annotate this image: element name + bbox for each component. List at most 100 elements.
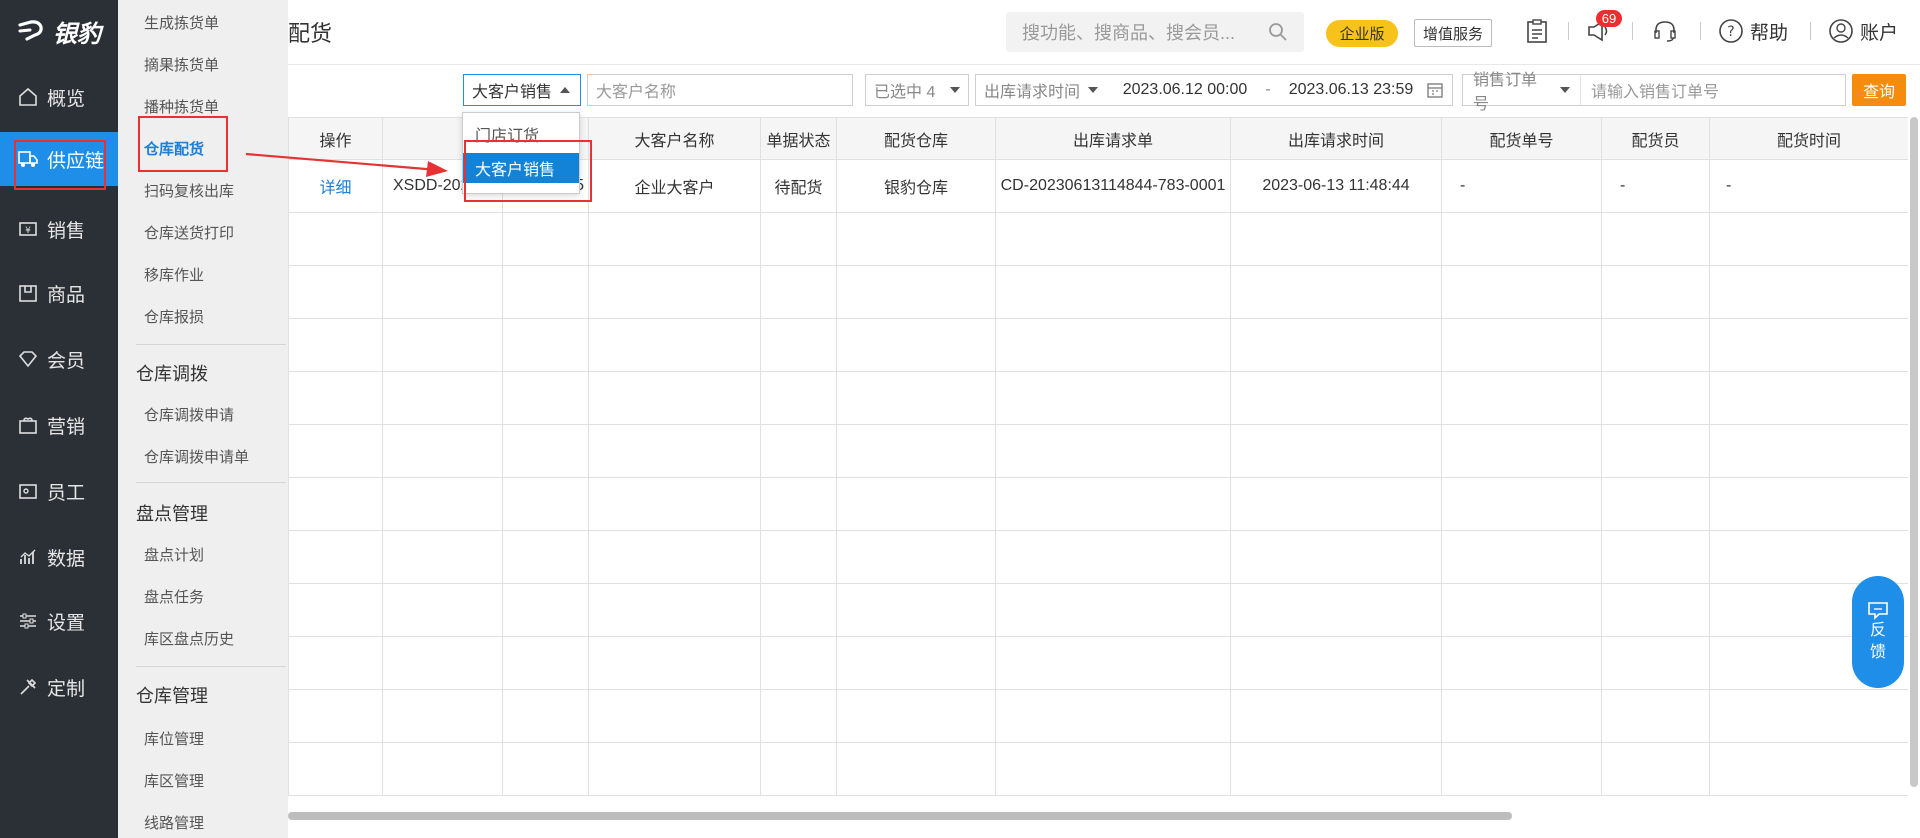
time-field-value: 出库请求时间 xyxy=(984,84,1081,101)
date-separator: - xyxy=(1265,81,1271,98)
column-header: 出库请求单 xyxy=(995,117,1232,160)
table-row-empty xyxy=(288,530,1908,584)
divider xyxy=(1568,22,1569,40)
account-label[interactable]: 账户 xyxy=(1860,18,1898,45)
feedback-label: 馈 xyxy=(1869,644,1886,661)
nav-item-marketing[interactable]: 营销 xyxy=(0,398,118,452)
column-header: 配货仓库 xyxy=(836,117,997,160)
nav-item-overview[interactable]: 概览 xyxy=(0,70,118,124)
table-cell: - xyxy=(1441,159,1603,213)
chart-icon xyxy=(16,545,40,569)
diamond-icon xyxy=(16,347,40,371)
submenu-item[interactable]: 仓库报损 xyxy=(144,306,204,327)
submenu-item[interactable]: 摘果拣货单 xyxy=(144,54,219,75)
nav-item-settings[interactable]: 设置 xyxy=(0,594,118,648)
submenu-item[interactable]: 移库作业 xyxy=(144,264,204,285)
calendar-icon[interactable] xyxy=(1426,81,1444,99)
nav-item-staff[interactable]: 员工 xyxy=(0,464,118,518)
submenu-item[interactable]: 盘点任务 xyxy=(144,586,204,607)
global-search-input[interactable]: 搜功能、搜商品、搜会员... xyxy=(1006,12,1304,52)
sliders-icon xyxy=(16,609,40,633)
table-cell: 企业大客户 xyxy=(588,159,762,213)
distribution-table: 操作 销 大客户名称 单据状态 配货仓库 出库请求单 出库请求时间 配货单号 配… xyxy=(288,117,1908,817)
nav-item-customize[interactable]: 定制 xyxy=(0,660,118,714)
submenu-item[interactable]: 库区盘点历史 xyxy=(144,628,234,649)
order-number-input[interactable]: 请输入销售订单号 xyxy=(1581,78,1719,102)
feedback-label: 反 xyxy=(1869,622,1886,639)
logo[interactable]: 银豹 xyxy=(0,0,118,62)
submenu-item[interactable]: 仓库调拨申请 xyxy=(144,404,234,425)
user-icon[interactable] xyxy=(1826,16,1856,46)
query-button[interactable]: 查询 xyxy=(1852,74,1906,106)
submenu-item[interactable]: 播种拣货单 xyxy=(144,96,219,117)
svg-text:?: ? xyxy=(1727,24,1734,40)
table-row-empty xyxy=(288,371,1908,425)
notification-count-badge: 69 xyxy=(1596,10,1622,27)
order-type-select[interactable]: 大客户销售 xyxy=(463,74,581,106)
date-end-input[interactable]: 2023.06.13 23:59 xyxy=(1278,81,1424,99)
submenu-item[interactable]: 库区管理 xyxy=(144,770,204,791)
value-added-services-button[interactable]: 增值服务 xyxy=(1414,19,1492,47)
time-field-select[interactable]: 出库请求时间 xyxy=(976,75,1112,105)
vertical-scrollbar[interactable] xyxy=(1910,117,1918,787)
column-header: 出库请求时间 xyxy=(1230,117,1443,160)
table-cell: 待配货 xyxy=(760,159,838,213)
nav-label: 员工 xyxy=(47,482,86,504)
nav-item-members[interactable]: 会员 xyxy=(0,332,118,386)
nav-item-data[interactable]: 数据 xyxy=(0,530,118,584)
horizontal-scrollbar[interactable] xyxy=(288,812,1512,820)
submenu-section-title: 仓库管理 xyxy=(136,686,208,706)
status-select[interactable]: 已选中 4 xyxy=(865,74,969,106)
id-card-icon xyxy=(16,479,40,503)
submenu-item[interactable]: 库位管理 xyxy=(144,728,204,749)
page-title: 配货 xyxy=(288,21,333,46)
submenu-item[interactable]: 生成拣货单 xyxy=(144,12,219,33)
detail-link[interactable]: 详细 xyxy=(319,180,351,197)
table-row-empty xyxy=(288,477,1908,531)
table-cell: 2023-06-13 11:48:44 xyxy=(1230,159,1443,213)
caret-down-icon xyxy=(950,87,960,93)
submenu-item[interactable]: 扫码复核出库 xyxy=(144,180,234,201)
annotation-highlight-option xyxy=(464,140,592,202)
search-icon xyxy=(1269,23,1287,41)
nav-label: 销售 xyxy=(47,220,86,242)
divider xyxy=(136,482,286,483)
enterprise-badge[interactable]: 企业版 xyxy=(1326,20,1398,47)
submenu-item[interactable]: 仓库调拨申请单 xyxy=(144,446,249,467)
tools-icon xyxy=(16,675,40,699)
column-header: 配货员 xyxy=(1601,117,1711,160)
left-nav: 银豹 概览 供应链 ¥ 销售 商品 会员 营销 员工 数据 设置 定制 xyxy=(0,0,118,838)
help-icon[interactable]: ? xyxy=(1716,16,1746,46)
feedback-button[interactable]: 反 馈 xyxy=(1852,576,1904,688)
submenu-section-title: 盘点管理 xyxy=(136,504,208,524)
nav-item-products[interactable]: 商品 xyxy=(0,266,118,320)
divider xyxy=(1700,22,1701,40)
nav-label: 会员 xyxy=(47,350,86,372)
table-row-empty xyxy=(288,636,1908,690)
submenu-item[interactable]: 盘点计划 xyxy=(144,544,204,565)
submenu-item[interactable]: 线路管理 xyxy=(144,812,204,833)
nav-label: 营销 xyxy=(47,416,86,438)
table-row-empty xyxy=(288,265,1908,319)
marketing-icon xyxy=(16,413,40,437)
table-cell: - xyxy=(1601,159,1711,213)
customer-name-input[interactable]: 大客户名称 xyxy=(587,74,853,106)
nav-item-sales[interactable]: ¥ 销售 xyxy=(0,202,118,256)
table-cell: - xyxy=(1709,159,1908,213)
logo-text: 银豹 xyxy=(53,20,101,48)
logo-icon xyxy=(18,20,43,41)
order-type-value: 大客户销售 xyxy=(472,84,553,101)
submenu-item[interactable]: 仓库送货打印 xyxy=(144,222,234,243)
date-range-filter: 出库请求时间 2023.06.12 00:00 - 2023.06.13 23:… xyxy=(975,74,1453,106)
divider xyxy=(1632,22,1633,40)
headset-icon[interactable] xyxy=(1650,16,1680,46)
order-field-select[interactable]: 销售订单号 xyxy=(1463,72,1581,113)
order-number-filter: 销售订单号 请输入销售订单号 xyxy=(1462,72,1846,113)
table-cell: CD-20230613114844-783-0001 xyxy=(995,159,1232,213)
search-placeholder: 搜功能、搜商品、搜会员... xyxy=(1022,23,1236,43)
nav-label: 商品 xyxy=(47,284,86,306)
help-label[interactable]: 帮助 xyxy=(1750,18,1788,45)
annotation-highlight-submenu xyxy=(138,116,228,172)
clipboard-icon[interactable] xyxy=(1522,16,1552,46)
date-start-input[interactable]: 2023.06.12 00:00 xyxy=(1112,81,1258,99)
